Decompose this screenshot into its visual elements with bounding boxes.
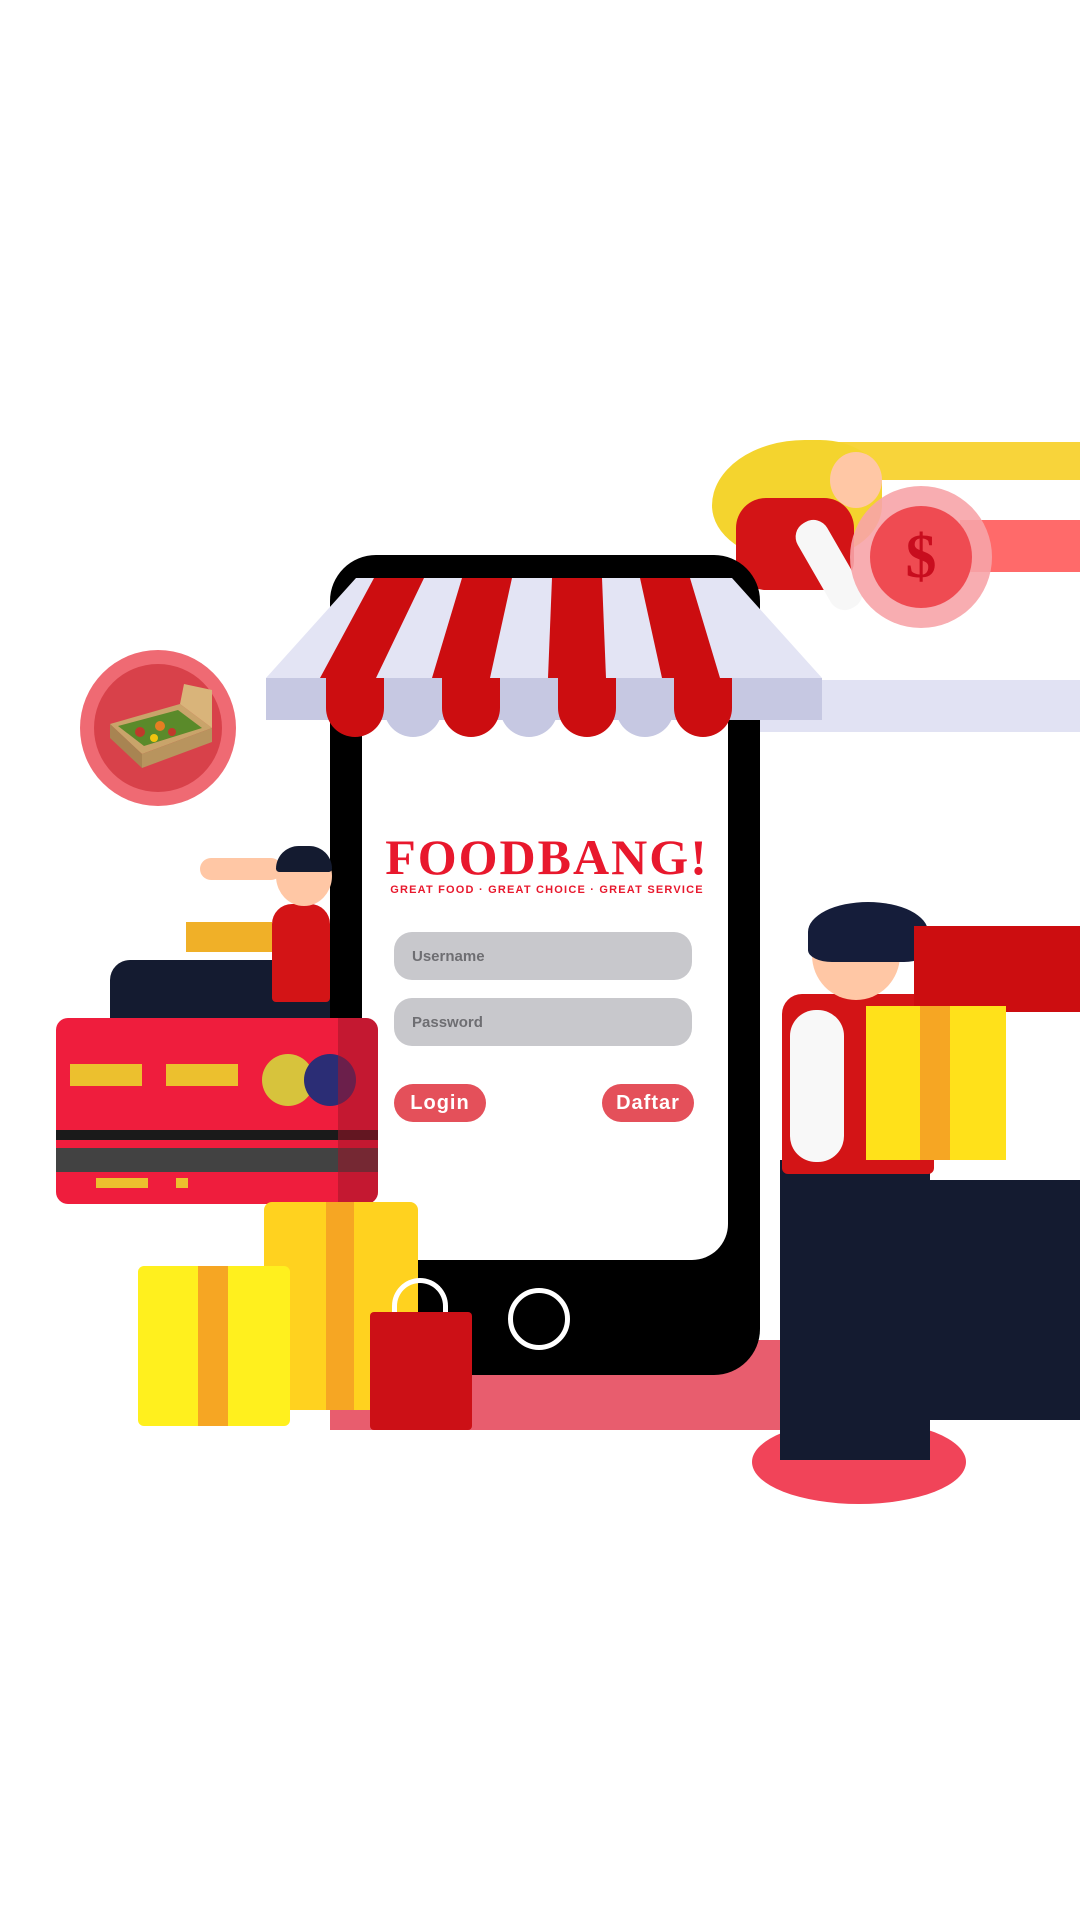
dollar-sign: $ [905,523,937,591]
login-button[interactable]: Login [394,1084,486,1122]
username-input[interactable] [394,932,692,980]
seated-person-arm [200,858,282,880]
store-awning-icon [266,578,822,737]
gift-box-icon [138,1266,290,1426]
shopping-bag-icon [370,1312,472,1430]
brand-tagline: GREAT FOOD · GREAT CHOICE · GREAT SERVIC… [390,884,704,896]
register-button[interactable]: Daftar [602,1084,694,1122]
seated-person-torso [272,904,330,1002]
gift-box-icon [866,1006,1006,1160]
man-legs [780,1160,930,1460]
brand-logo: FOODBANG! [385,829,709,885]
man-hair [808,902,928,962]
password-input[interactable] [394,998,692,1046]
gift-box-lid [914,926,1080,1012]
credit-card-icon [56,1018,378,1204]
food-box-icon [110,684,212,768]
seated-person-hair [276,846,332,872]
woman-face-illustration [830,452,882,508]
seated-person-phone [186,922,272,952]
phone-home-button [508,1288,570,1350]
man-arm [790,1010,844,1162]
